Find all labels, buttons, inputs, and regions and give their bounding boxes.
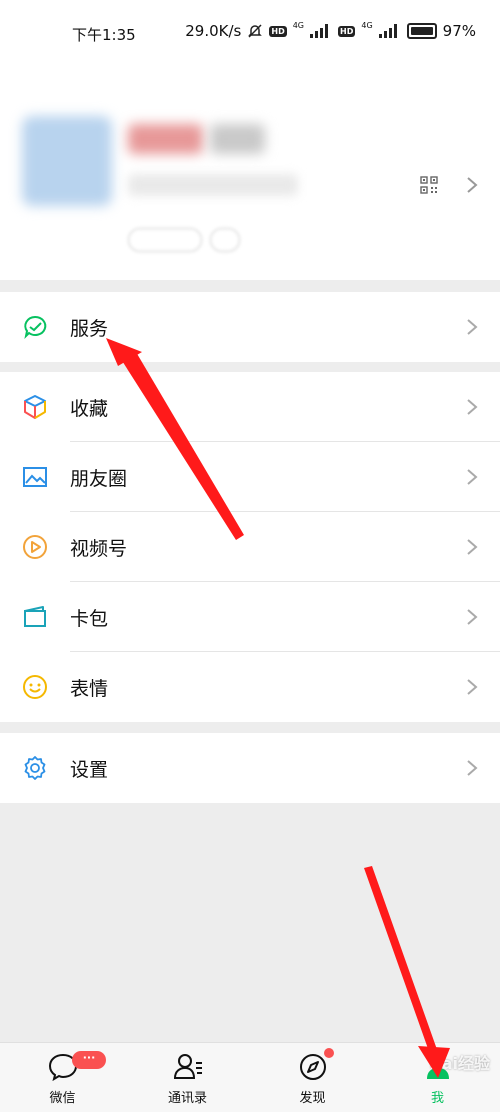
- battery-level: 97%: [442, 22, 476, 40]
- hd-badge-2: HD: [338, 25, 356, 37]
- card-wallet-icon: [24, 606, 46, 627]
- tab-wechat[interactable]: ··· 微信: [0, 1043, 125, 1112]
- tab-label: 通讯录: [167, 1091, 207, 1106]
- menu-item-moments[interactable]: 朋友圈: [0, 442, 500, 512]
- service-group: 服务: [0, 292, 500, 362]
- status-time: 下午1:35: [72, 26, 136, 44]
- chevron-right-icon: [467, 760, 478, 776]
- gear-icon: [24, 756, 46, 780]
- chevron-right-icon: [467, 319, 478, 335]
- signal-icon-2: [378, 24, 401, 38]
- nickname-blurred-2: [210, 124, 265, 154]
- tab-label: 发现: [299, 1091, 326, 1106]
- tab-label: 微信: [49, 1091, 76, 1106]
- menu-item-label: 卡包: [70, 608, 109, 630]
- watermark: Bai经验: [429, 1054, 490, 1073]
- chevron-right-icon: [467, 679, 478, 695]
- signal-icon-1: [310, 24, 332, 38]
- menu-item-cards[interactable]: 卡包: [0, 582, 500, 652]
- network-type-2: 4G: [361, 20, 373, 30]
- menu-item-label: 视频号: [70, 538, 128, 560]
- wechat-id-blurred: [128, 174, 298, 196]
- chevron-right-icon: [467, 539, 478, 555]
- profile-header[interactable]: [0, 66, 500, 280]
- settings-group: 设置: [0, 733, 500, 803]
- main-menu-group: 收藏 朋友圈 视频号 卡包 表情: [0, 372, 500, 722]
- menu-item-channels[interactable]: 视频号: [0, 512, 500, 582]
- tab-contacts[interactable]: 通讯录: [125, 1043, 250, 1112]
- service-check-icon: [24, 315, 47, 340]
- bell-muted-icon: [248, 24, 263, 38]
- chevron-right-icon: [467, 609, 478, 625]
- menu-item-label: 服务: [70, 318, 109, 340]
- contacts-icon: [173, 1054, 202, 1079]
- nickname-blurred: [128, 124, 203, 154]
- unread-badge: ···: [72, 1051, 106, 1069]
- picture-icon: [23, 467, 47, 487]
- play-circle-icon: [23, 535, 47, 559]
- menu-item-label: 收藏: [70, 398, 109, 420]
- menu-item-label: 表情: [70, 678, 109, 700]
- status-button[interactable]: [128, 228, 202, 252]
- menu-item-service[interactable]: 服务: [0, 292, 500, 362]
- qr-code-icon[interactable]: [420, 176, 438, 194]
- menu-item-label: 设置: [70, 759, 109, 781]
- discover-new-dot: [324, 1048, 334, 1058]
- bottom-tab-bar: ··· 微信 通讯录 发现 我 Bai经验: [0, 1042, 500, 1112]
- menu-item-settings[interactable]: 设置: [0, 733, 500, 803]
- menu-item-favorites[interactable]: 收藏: [0, 372, 500, 442]
- network-speed: 29.0K/s: [185, 22, 242, 40]
- menu-item-label: 朋友圈: [70, 468, 128, 490]
- smiley-icon: [23, 675, 47, 699]
- chevron-right-icon: [467, 469, 478, 485]
- battery-icon: [406, 23, 437, 39]
- chevron-right-icon: [467, 399, 478, 415]
- hd-badge-1: HD: [269, 25, 287, 37]
- menu-item-stickers[interactable]: 表情: [0, 652, 500, 722]
- status-indicators: 29.0K/s HD 4G HD 4G 97%: [185, 20, 476, 41]
- tab-label: 我: [430, 1091, 444, 1106]
- tab-discover[interactable]: 发现: [250, 1043, 375, 1112]
- add-status-button[interactable]: [210, 228, 240, 252]
- network-type-1: 4G: [292, 20, 305, 30]
- status-bar: 下午1:35 29.0K/s HD 4G HD 4G 97%: [0, 0, 500, 66]
- cube-icon: [24, 395, 46, 419]
- chevron-right-icon: [467, 177, 478, 193]
- avatar[interactable]: [22, 116, 112, 206]
